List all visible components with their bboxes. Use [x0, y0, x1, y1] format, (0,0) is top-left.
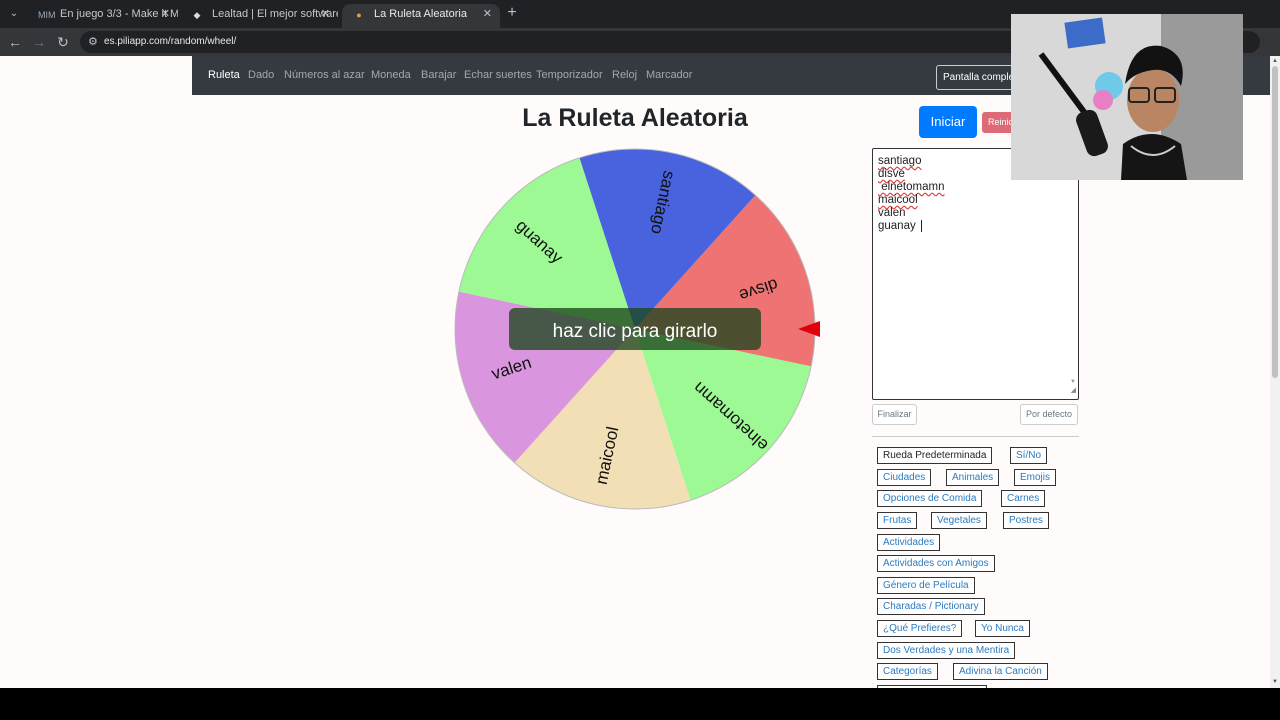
lealtad-favicon-icon: ◆: [193, 10, 201, 20]
page-title: La Ruleta Aleatoria: [522, 104, 748, 132]
preset-dos-verdades[interactable]: Dos Verdades y una Mentira: [877, 642, 1016, 659]
divider: [872, 436, 1079, 437]
close-tab-icon[interactable]: ✕: [321, 4, 330, 24]
name-line: elnetomamn: [878, 181, 945, 193]
scrollbar-thumb[interactable]: [1272, 66, 1278, 378]
site-info-icon[interactable]: ⚙: [88, 34, 102, 50]
reload-icon[interactable]: ↻: [54, 32, 72, 52]
webcam-image: [1011, 14, 1243, 180]
tab-lealtad[interactable]: ◆ Lealtad | El mejor software para ✕: [180, 4, 338, 28]
start-button[interactable]: Iniciar: [919, 106, 977, 138]
scroll-up-icon[interactable]: ▲: [1271, 57, 1279, 65]
spin-instruction-label[interactable]: haz clic para girarlo: [553, 321, 718, 342]
name-line: guanay: [878, 220, 919, 233]
make-it-meme-favicon-icon: MIM: [38, 10, 56, 20]
preset-categorias[interactable]: Categorías: [877, 663, 938, 680]
preset-si-no[interactable]: Sí/No: [1010, 447, 1048, 464]
nav-moneda[interactable]: Moneda: [371, 69, 411, 81]
spin-wheel[interactable]: santiagodisveelnetomamnmaicoolvalenguana…: [452, 145, 824, 517]
nav-ruleta[interactable]: Ruleta: [208, 69, 240, 81]
preset-que-prefieres[interactable]: ¿Qué Prefieres?: [877, 620, 963, 637]
nav-barajar[interactable]: Barajar: [421, 69, 456, 81]
back-icon[interactable]: ←: [6, 32, 24, 52]
tab-search-icon[interactable]: ⌄: [6, 6, 22, 22]
close-tab-icon[interactable]: ✕: [161, 4, 170, 24]
preset-frutas[interactable]: Frutas: [877, 512, 918, 529]
preset-actividades-amigos[interactable]: Actividades con Amigos: [877, 555, 995, 572]
tab-ruleta-aleatoria[interactable]: ● La Ruleta Aleatoria ✕: [342, 4, 500, 28]
preset-postres[interactable]: Postres: [1003, 512, 1049, 529]
resize-handle-icon[interactable]: ◢: [1071, 384, 1076, 397]
preset-animales[interactable]: Animales: [946, 469, 1000, 486]
text-caret: [920, 220, 922, 232]
scroll-down-icon[interactable]: ▼: [1271, 678, 1279, 686]
nav-marcador[interactable]: Marcador: [646, 69, 692, 81]
names-textarea[interactable]: santiago disve elnetomamn maicool valen …: [872, 148, 1079, 400]
name-line: valen: [878, 207, 906, 219]
piliapp-favicon-icon: ●: [356, 10, 362, 20]
finalize-button[interactable]: Finalizar: [872, 404, 917, 425]
preset-charadas[interactable]: Charadas / Pictionary: [877, 598, 985, 615]
preset-vegetales[interactable]: Vegetales: [931, 512, 987, 529]
url-text: es.piliapp.com/random/wheel/: [104, 36, 237, 47]
preset-yo-nunca[interactable]: Yo Nunca: [975, 620, 1030, 637]
forward-icon[interactable]: →: [30, 32, 48, 52]
nav-echar-suertes[interactable]: Echar suertes: [464, 69, 532, 81]
nav-reloj[interactable]: Reloj: [612, 69, 637, 81]
default-button[interactable]: Por defecto: [1020, 404, 1078, 425]
name-line: maicool: [878, 194, 918, 206]
preset-rueda-predeterminada[interactable]: Rueda Predeterminada: [877, 447, 993, 464]
tab-title: Lealtad | El mejor software para: [212, 8, 338, 20]
tab-title: La Ruleta Aleatoria: [374, 8, 467, 20]
webcam-overlay: [1011, 14, 1243, 180]
close-tab-icon[interactable]: ✕: [483, 4, 492, 24]
taskbar-area: [0, 688, 1280, 720]
name-line-current: guanay: [878, 220, 1073, 233]
nav-dado[interactable]: Dado: [248, 69, 274, 81]
nav-temporizador[interactable]: Temporizador: [536, 69, 603, 81]
tab-make-it-meme[interactable]: MIM En juego 3/3 - Make it Meme ✕: [28, 4, 178, 28]
preset-emojis[interactable]: Emojis: [1014, 469, 1057, 486]
new-tab-icon[interactable]: +: [504, 4, 520, 22]
nav-numeros[interactable]: Números al azar: [284, 69, 365, 81]
preset-actividades[interactable]: Actividades: [877, 534, 941, 551]
preset-opciones-comida[interactable]: Opciones de Comida: [877, 490, 983, 507]
page-scrollbar[interactable]: ▲ ▼: [1270, 56, 1280, 688]
preset-carnes[interactable]: Carnes: [1001, 490, 1046, 507]
preset-ciudades[interactable]: Ciudades: [877, 469, 932, 486]
preset-genero-pelicula[interactable]: Género de Película: [877, 577, 975, 594]
preset-adivina-cancion[interactable]: Adivina la Canción: [953, 663, 1048, 680]
